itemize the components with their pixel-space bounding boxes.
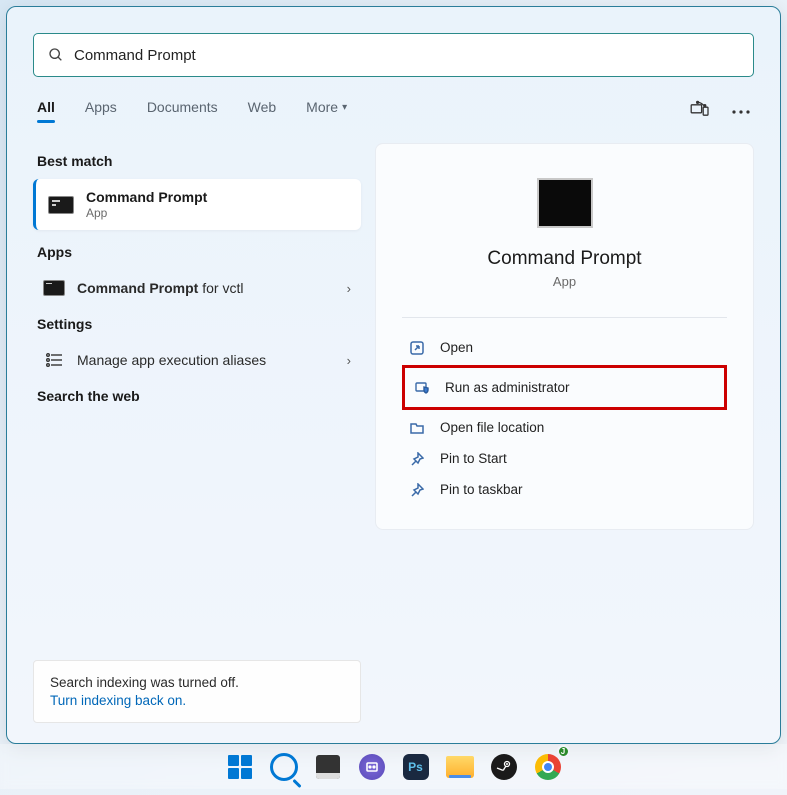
shield-admin-icon: [413, 381, 431, 395]
file-explorer-icon: [446, 756, 474, 778]
taskbar-steam[interactable]: [485, 748, 523, 786]
best-match-title: Command Prompt: [86, 189, 207, 205]
taskbar-chat[interactable]: [353, 748, 391, 786]
command-prompt-icon: [48, 196, 74, 214]
photoshop-icon: Ps: [403, 754, 429, 780]
pin-icon: [408, 483, 426, 497]
windows-logo-icon: [228, 755, 252, 779]
action-label: Run as administrator: [445, 380, 570, 395]
taskbar-task-view[interactable]: [309, 748, 347, 786]
action-run-as-administrator[interactable]: Run as administrator: [407, 372, 722, 403]
tab-all[interactable]: All: [37, 99, 55, 121]
taskbar-photoshop[interactable]: Ps: [397, 748, 435, 786]
tab-web[interactable]: Web: [248, 99, 277, 121]
search-input[interactable]: [74, 47, 739, 64]
chevron-down-icon: ▾: [342, 102, 347, 113]
more-options-icon[interactable]: [732, 101, 750, 119]
list-settings-icon: [43, 352, 65, 368]
annotation-highlight: Run as administrator: [402, 365, 727, 410]
list-item-label: Command Prompt for vctl: [77, 280, 347, 296]
start-search-window: All Apps Documents Web More ▾ Best match…: [6, 6, 781, 744]
preview-app-icon: [537, 178, 593, 228]
section-best-match: Best match: [37, 153, 357, 169]
divider: [402, 317, 727, 318]
filter-tabs: All Apps Documents Web More ▾: [33, 99, 754, 121]
apps-result-vctl[interactable]: Command Prompt for vctl ›: [33, 270, 361, 306]
tab-more[interactable]: More ▾: [306, 99, 347, 121]
folder-icon: [408, 421, 426, 435]
action-list: Open Run as administrator Open file loca…: [402, 332, 727, 505]
tab-more-label: More: [306, 99, 338, 115]
taskbar: Ps J: [0, 744, 787, 789]
search-icon: [270, 753, 298, 781]
chat-icon: [359, 754, 385, 780]
preview-title: Command Prompt: [402, 248, 727, 270]
chevron-right-icon: ›: [347, 353, 351, 368]
search-icon: [48, 47, 64, 63]
tab-apps[interactable]: Apps: [85, 99, 117, 121]
preview-subtitle: App: [402, 274, 727, 289]
command-prompt-icon: [43, 280, 65, 296]
indexing-turn-on-link[interactable]: Turn indexing back on.: [50, 693, 344, 708]
task-view-icon: [316, 755, 340, 779]
taskbar-search-button[interactable]: [265, 748, 303, 786]
action-label: Pin to taskbar: [440, 482, 523, 497]
chrome-icon: [535, 754, 561, 780]
action-label: Pin to Start: [440, 451, 507, 466]
best-match-subtitle: App: [86, 206, 207, 220]
section-apps: Apps: [37, 244, 357, 260]
action-label: Open file location: [440, 420, 544, 435]
chevron-right-icon: ›: [347, 281, 351, 296]
open-icon: [408, 341, 426, 355]
action-label: Open: [440, 340, 473, 355]
share-across-devices-icon[interactable]: [690, 100, 710, 121]
chrome-profile-badge: J: [557, 745, 570, 758]
indexing-notice: Search indexing was turned off. Turn ind…: [33, 660, 361, 723]
steam-icon: [491, 754, 517, 780]
list-item-label: Manage app execution aliases: [77, 352, 347, 368]
action-pin-to-start[interactable]: Pin to Start: [402, 443, 727, 474]
preview-panel: Command Prompt App Open Run as administr…: [375, 143, 754, 530]
action-pin-to-taskbar[interactable]: Pin to taskbar: [402, 474, 727, 505]
taskbar-start-button[interactable]: [221, 748, 259, 786]
taskbar-chrome[interactable]: J: [529, 748, 567, 786]
action-open-file-location[interactable]: Open file location: [402, 412, 727, 443]
section-search-web: Search the web: [37, 388, 357, 404]
section-settings: Settings: [37, 316, 357, 332]
best-match-result[interactable]: Command Prompt App: [33, 179, 361, 230]
tab-documents[interactable]: Documents: [147, 99, 218, 121]
settings-result-execution-aliases[interactable]: Manage app execution aliases ›: [33, 342, 361, 378]
action-open[interactable]: Open: [402, 332, 727, 363]
indexing-message: Search indexing was turned off.: [50, 675, 344, 690]
taskbar-file-explorer[interactable]: [441, 748, 479, 786]
search-bar[interactable]: [33, 33, 754, 77]
pin-icon: [408, 452, 426, 466]
results-column: Best match Command Prompt App Apps Comma…: [33, 143, 361, 530]
